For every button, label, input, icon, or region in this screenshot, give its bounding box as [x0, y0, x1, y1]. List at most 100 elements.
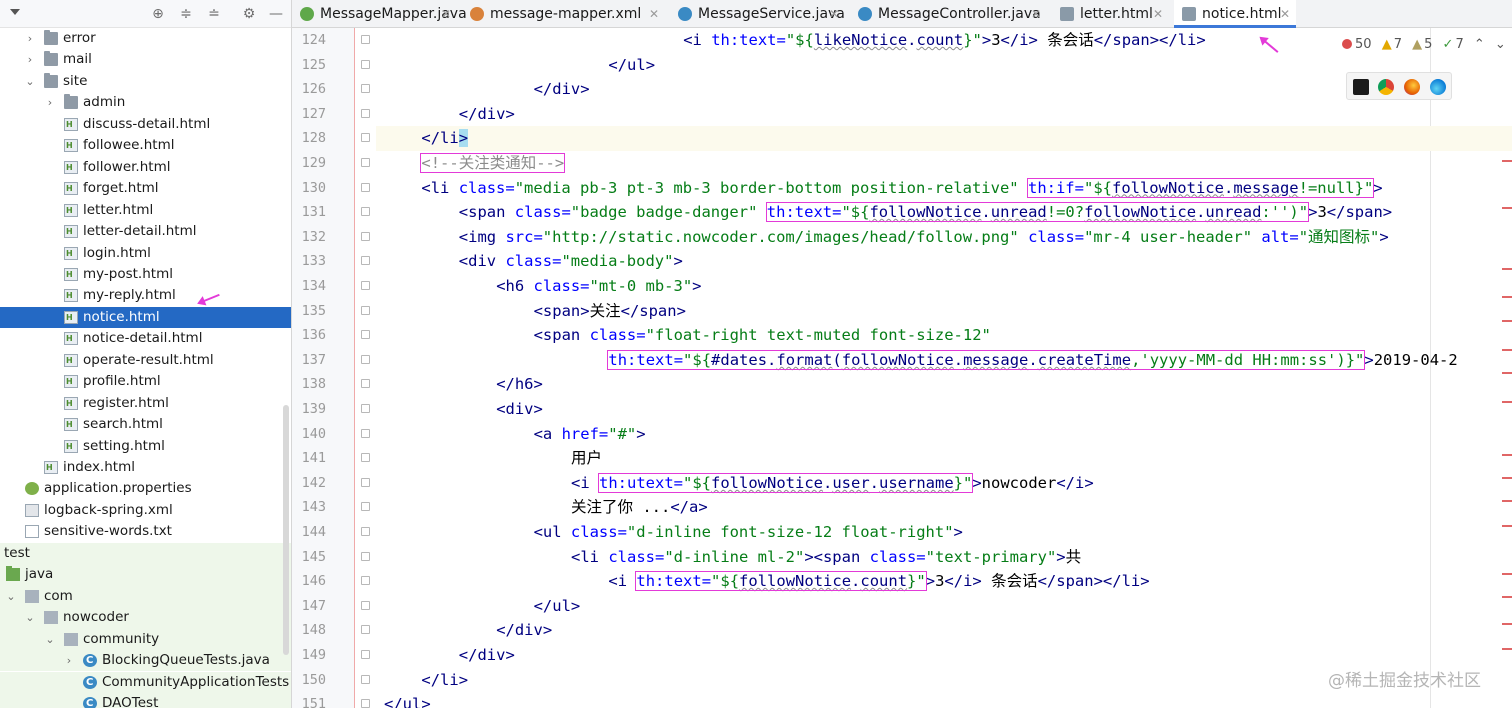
close-icon[interactable]: ✕: [829, 0, 839, 28]
tree-item[interactable]: index.html: [0, 457, 291, 478]
code-line[interactable]: </li>: [376, 668, 468, 693]
fold-marker[interactable]: [361, 453, 370, 463]
tree-item[interactable]: my-reply.html: [0, 285, 291, 306]
dropdown-arrow-icon[interactable]: [10, 9, 20, 15]
code-line[interactable]: <h6 class="mt-0 mb-3">: [376, 274, 701, 299]
fold-marker[interactable]: [361, 625, 370, 635]
fold-marker[interactable]: [361, 59, 370, 69]
tab-notice-html[interactable]: notice.html ✕: [1174, 0, 1296, 28]
tree-item[interactable]: followee.html: [0, 135, 291, 156]
fold-marker[interactable]: [361, 84, 370, 94]
code-line[interactable]: <i th:text="${followNotice.count}">3</i>…: [376, 569, 1150, 594]
expand-all-icon[interactable]: ≑: [178, 6, 194, 22]
error-stripe-mark[interactable]: [1502, 349, 1512, 351]
close-icon[interactable]: ✕: [1031, 0, 1041, 28]
chrome-icon[interactable]: [1378, 79, 1394, 95]
error-stripe-mark[interactable]: [1502, 477, 1512, 479]
code-line[interactable]: 关注了你 ...</a>: [376, 495, 708, 520]
code-line[interactable]: <li class="d-inline ml-2"><span class="t…: [376, 545, 1081, 570]
fold-marker[interactable]: [361, 576, 370, 586]
error-stripe-mark[interactable]: [1502, 268, 1512, 270]
code-line[interactable]: 用户: [376, 446, 602, 471]
tree-item[interactable]: setting.html: [0, 436, 291, 457]
code-line[interactable]: <ul class="d-inline font-size-12 float-r…: [376, 520, 963, 545]
code-line[interactable]: </div>: [376, 643, 515, 668]
tree-item[interactable]: test: [0, 542, 291, 565]
tree-item[interactable]: forget.html: [0, 178, 291, 199]
tree-item[interactable]: java: [0, 564, 291, 586]
fold-marker[interactable]: [361, 281, 370, 290]
error-stripe-mark[interactable]: [1502, 623, 1512, 625]
tree-item[interactable]: application.properties: [0, 478, 291, 499]
code-line[interactable]: <i th:utext="${followNotice.user.usernam…: [376, 471, 1094, 496]
tree-item[interactable]: profile.html: [0, 371, 291, 392]
fold-marker[interactable]: [361, 256, 370, 266]
code-line[interactable]: th:text="${#dates.format(followNotice.me…: [376, 348, 1458, 373]
code-line[interactable]: </ul>: [376, 692, 431, 708]
fold-marker[interactable]: [361, 379, 370, 389]
code-line[interactable]: </li>: [376, 126, 1512, 151]
error-stripe-mark[interactable]: [1502, 500, 1512, 502]
fold-marker[interactable]: [361, 133, 370, 143]
inspection-widget[interactable]: 50 ▲ 7 ▲ 5 ✓ 7 ⌃ ⌄: [1342, 36, 1512, 54]
intellij-icon[interactable]: [1353, 79, 1369, 95]
tree-item[interactable]: DAOTest: [0, 692, 291, 708]
tab-letter-html[interactable]: letter.html ✕: [1052, 0, 1169, 28]
weak-warning-count[interactable]: ▲ 5: [1412, 36, 1432, 54]
fold-marker[interactable]: [361, 428, 370, 438]
code-line[interactable]: </h6>: [376, 372, 543, 397]
fold-marker[interactable]: [361, 35, 370, 44]
tree-item[interactable]: letter-detail.html: [0, 221, 291, 242]
fold-marker[interactable]: [361, 305, 370, 315]
chevron-down-icon[interactable]: ⌄: [1495, 36, 1506, 54]
tree-item[interactable]: register.html: [0, 393, 291, 414]
sidebar-scrollbar[interactable]: [283, 405, 289, 655]
close-icon[interactable]: ✕: [441, 0, 451, 28]
code-line[interactable]: </div>: [376, 77, 590, 102]
code-line[interactable]: <div>: [376, 397, 543, 422]
error-stripe-mark[interactable]: [1502, 648, 1512, 650]
error-stripe-mark[interactable]: [1502, 596, 1512, 598]
close-icon[interactable]: ✕: [1280, 0, 1290, 28]
code-line[interactable]: <div class="media-body">: [376, 249, 683, 274]
chevron-down-icon[interactable]: ⌄: [5, 586, 17, 607]
chevron-down-icon[interactable]: ⌄: [24, 607, 36, 628]
fold-marker[interactable]: [361, 404, 370, 413]
chevron-down-icon[interactable]: ⌄: [24, 71, 36, 92]
chevron-right-icon[interactable]: ›: [63, 650, 75, 671]
fold-marker[interactable]: [361, 600, 370, 610]
tree-item[interactable]: search.html: [0, 414, 291, 435]
firefox-icon[interactable]: [1404, 79, 1420, 95]
error-count[interactable]: 50: [1342, 36, 1372, 54]
tab-messageservice-java[interactable]: MessageService.java ✕: [670, 0, 845, 28]
error-stripe-mark[interactable]: [1502, 207, 1512, 209]
code-line[interactable]: <a href="#">: [376, 422, 646, 447]
gear-icon[interactable]: ⚙: [241, 6, 257, 22]
fold-marker[interactable]: [361, 527, 370, 536]
code-line[interactable]: <li class="media pb-3 pt-3 mb-3 border-b…: [376, 176, 1383, 201]
fold-marker[interactable]: [361, 207, 370, 217]
fold-marker[interactable]: [361, 330, 370, 340]
error-stripe-mark[interactable]: [1502, 320, 1512, 322]
fold-marker[interactable]: [361, 650, 370, 659]
tree-item[interactable]: login.html: [0, 243, 291, 264]
chevron-right-icon[interactable]: ›: [24, 49, 36, 70]
code-line[interactable]: <i th:text="${likeNotice.count}">3</i> 条…: [376, 28, 1206, 53]
tree-item[interactable]: › error: [0, 28, 291, 49]
fold-marker[interactable]: [361, 502, 370, 512]
code-line[interactable]: <!--关注类通知-->: [376, 151, 566, 176]
fold-marker[interactable]: [361, 108, 370, 118]
fold-marker[interactable]: [361, 699, 370, 708]
code-line[interactable]: </ul>: [376, 594, 581, 619]
tree-item[interactable]: notice.html: [0, 306, 291, 329]
code-line[interactable]: <span class="float-right text-muted font…: [376, 323, 991, 348]
fold-marker[interactable]: [361, 674, 370, 684]
code-line[interactable]: </div>: [376, 618, 552, 643]
tree-item[interactable]: sensitive-words.txt: [0, 521, 291, 542]
code-editor[interactable]: 124 125 126 127 128 129 130 131 132 133 134 135 136 1…: [292, 28, 1512, 708]
fold-marker[interactable]: [361, 477, 370, 487]
chevron-up-icon[interactable]: ⌃: [1474, 36, 1485, 54]
fold-marker[interactable]: [361, 551, 370, 561]
code-line[interactable]: <img src="http://static.nowcoder.com/ima…: [376, 225, 1389, 250]
fold-marker[interactable]: [361, 182, 370, 192]
